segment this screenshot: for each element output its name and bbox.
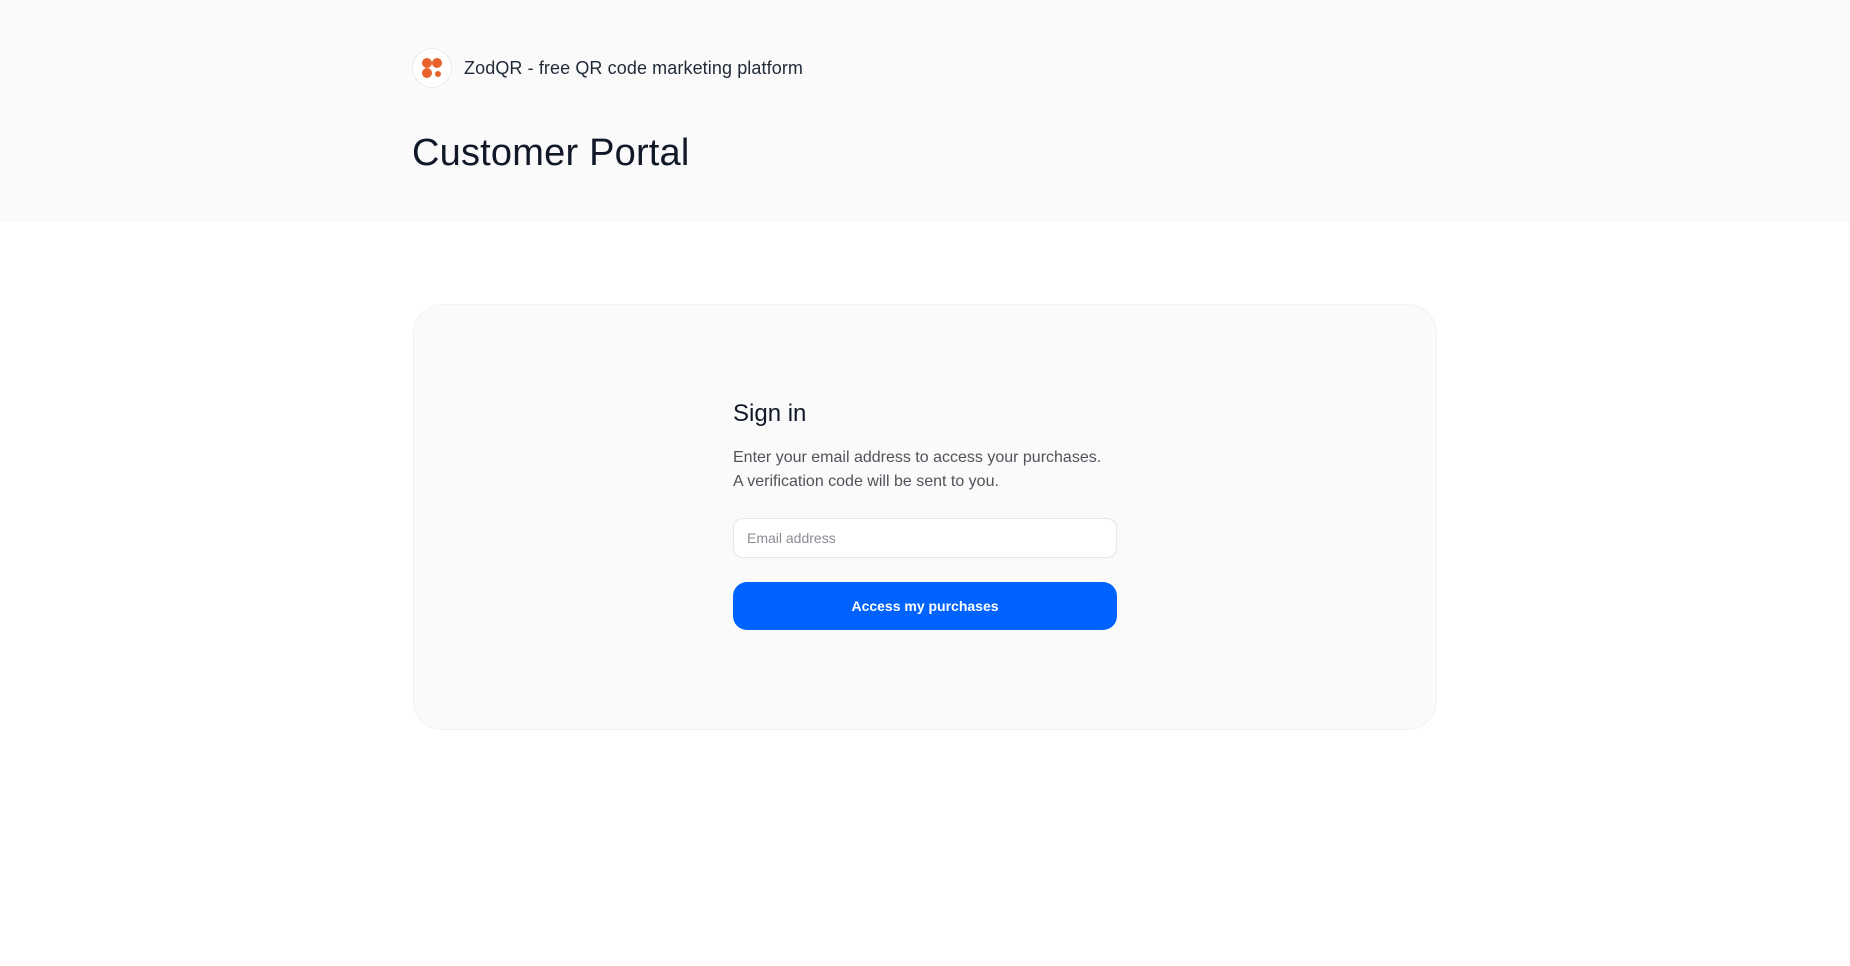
orange-dots-logo-icon	[422, 58, 442, 78]
brand-name[interactable]: ZodQR - free QR code marketing platform	[464, 58, 803, 79]
brand[interactable]: ZodQR - free QR code marketing platform	[412, 48, 803, 88]
brand-logo-icon[interactable]	[412, 48, 452, 88]
signin-description: Enter your email address to access your …	[733, 446, 1117, 494]
signin-form: Sign in Enter your email address to acce…	[733, 400, 1117, 630]
signin-description-line1: Enter your email address to access your …	[733, 449, 1102, 466]
signin-title: Sign in	[733, 400, 807, 427]
page-header: ZodQR - free QR code marketing platform …	[0, 0, 1850, 222]
access-purchases-button[interactable]: Access my purchases	[733, 582, 1117, 630]
page-title: Customer Portal	[412, 132, 690, 174]
signin-description-line2: A verification code will be sent to you.	[733, 473, 999, 490]
email-input[interactable]	[733, 518, 1117, 558]
